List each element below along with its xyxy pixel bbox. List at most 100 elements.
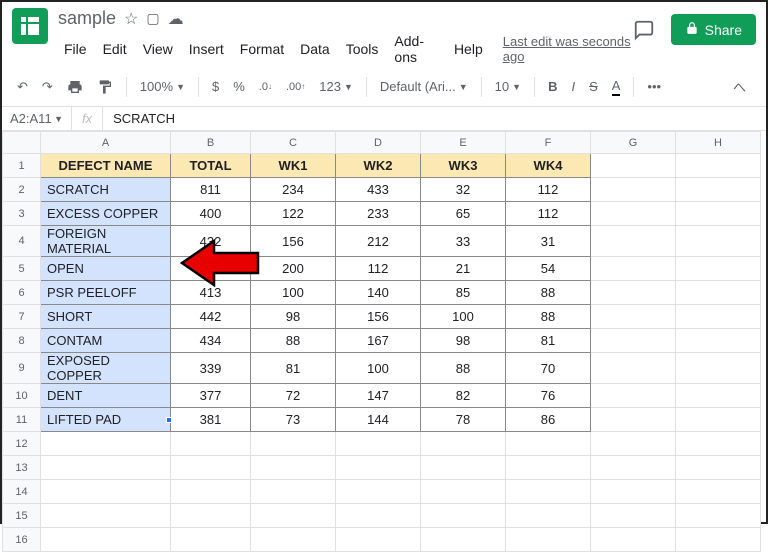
menu-edit[interactable]: Edit	[97, 39, 133, 59]
cell-wk4[interactable]: 70	[506, 353, 591, 384]
row-num[interactable]: 2	[3, 178, 41, 202]
cell-wk3[interactable]: 85	[421, 281, 506, 305]
cell-total[interactable]: 434	[171, 329, 251, 353]
col-c[interactable]: C	[251, 132, 336, 154]
header-total[interactable]: TOTAL	[171, 154, 251, 178]
cell-defect[interactable]: SCRATCH	[41, 178, 171, 202]
spreadsheet-grid[interactable]: A B C D E F G H 1 DEFECT NAME TOTAL WK1 …	[2, 131, 766, 552]
row-num[interactable]: 11	[3, 408, 41, 432]
cell-wk2[interactable]: 212	[336, 226, 421, 257]
header-wk4[interactable]: WK4	[506, 154, 591, 178]
italic-button[interactable]: I	[566, 75, 580, 98]
cell-wk4[interactable]: 88	[506, 305, 591, 329]
cell-wk1[interactable]: 98	[251, 305, 336, 329]
menu-view[interactable]: View	[137, 39, 179, 59]
text-color-button[interactable]: A	[607, 74, 626, 100]
col-g[interactable]: G	[591, 132, 676, 154]
cell-wk1[interactable]: 100	[251, 281, 336, 305]
selection-handle[interactable]	[166, 417, 172, 423]
cell-defect[interactable]: EXPOSED COPPER	[41, 353, 171, 384]
cell-wk3[interactable]: 32	[421, 178, 506, 202]
cell-total[interactable]: 442	[171, 305, 251, 329]
sheets-logo[interactable]	[12, 8, 48, 44]
cell-wk3[interactable]: 98	[421, 329, 506, 353]
cell-wk4[interactable]: 76	[506, 384, 591, 408]
menu-format[interactable]: Format	[234, 39, 290, 59]
row-1[interactable]: 1	[3, 154, 41, 178]
cell-defect[interactable]: LIFTED PAD	[41, 408, 171, 432]
row-num[interactable]: 8	[3, 329, 41, 353]
cell-wk1[interactable]: 88	[251, 329, 336, 353]
cell-defect[interactable]: PSR PEELOFF	[41, 281, 171, 305]
increase-decimal[interactable]: .00↑	[281, 77, 310, 97]
cell-wk3[interactable]: 78	[421, 408, 506, 432]
cell-defect[interactable]: SHORT	[41, 305, 171, 329]
cell-total[interactable]: 413	[171, 281, 251, 305]
format-percent[interactable]: %	[228, 75, 250, 98]
cell-wk2[interactable]: 433	[336, 178, 421, 202]
more-tools-button[interactable]: •••	[642, 75, 666, 98]
cell-defect[interactable]: CONTAM	[41, 329, 171, 353]
paint-format-icon[interactable]	[92, 75, 118, 99]
row-num[interactable]: 9	[3, 353, 41, 384]
cell-total[interactable]: 432	[171, 226, 251, 257]
row-num[interactable]: 16	[3, 528, 41, 552]
cell-wk3[interactable]: 65	[421, 202, 506, 226]
col-a[interactable]: A	[41, 132, 171, 154]
bold-button[interactable]: B	[543, 75, 562, 98]
cell-wk3[interactable]: 88	[421, 353, 506, 384]
cell-wk1[interactable]: 156	[251, 226, 336, 257]
cell-total[interactable]: 339	[171, 353, 251, 384]
share-button[interactable]: Share	[671, 14, 756, 45]
menu-tools[interactable]: Tools	[340, 39, 385, 59]
row-num[interactable]: 6	[3, 281, 41, 305]
cell-total[interactable]: 811	[171, 178, 251, 202]
cell-wk3[interactable]: 82	[421, 384, 506, 408]
cell-wk4[interactable]: 112	[506, 202, 591, 226]
cell-total[interactable]: 381	[171, 408, 251, 432]
star-icon[interactable]: ☆	[124, 9, 138, 29]
header-wk2[interactable]: WK2	[336, 154, 421, 178]
formula-input[interactable]: SCRATCH	[103, 111, 185, 126]
cell-wk2[interactable]: 140	[336, 281, 421, 305]
last-edit-link[interactable]: Last edit was seconds ago	[503, 34, 631, 64]
col-b[interactable]: B	[171, 132, 251, 154]
cell-wk2[interactable]: 100	[336, 353, 421, 384]
cell-defect[interactable]: DENT	[41, 384, 171, 408]
comments-icon[interactable]	[631, 17, 657, 43]
row-num[interactable]: 13	[3, 456, 41, 480]
header-defect[interactable]: DEFECT NAME	[41, 154, 171, 178]
cell-defect[interactable]: FOREIGN MATERIAL	[41, 226, 171, 257]
cell-wk2[interactable]: 144	[336, 408, 421, 432]
select-all-corner[interactable]	[3, 132, 41, 154]
doc-title[interactable]: sample	[58, 8, 116, 29]
cell-wk4[interactable]: 112	[506, 178, 591, 202]
cell-wk2[interactable]: 167	[336, 329, 421, 353]
collapse-toolbar-icon[interactable]: へ	[723, 73, 756, 100]
cell-wk2[interactable]: 147	[336, 384, 421, 408]
move-icon[interactable]: ▢	[146, 10, 159, 27]
cell-total[interactable]: 377	[171, 384, 251, 408]
row-num[interactable]: 5	[3, 257, 41, 281]
menu-addons[interactable]: Add-ons	[388, 31, 444, 67]
cell-wk1[interactable]: 122	[251, 202, 336, 226]
cell-total[interactable]: 400	[171, 202, 251, 226]
menu-file[interactable]: File	[58, 39, 93, 59]
more-formats-dropdown[interactable]: 123▼	[314, 76, 358, 97]
col-e[interactable]: E	[421, 132, 506, 154]
row-num[interactable]: 10	[3, 384, 41, 408]
cell-wk4[interactable]: 31	[506, 226, 591, 257]
cell-wk1[interactable]: 81	[251, 353, 336, 384]
row-num[interactable]: 12	[3, 432, 41, 456]
cell-wk2[interactable]: 233	[336, 202, 421, 226]
row-num[interactable]: 3	[3, 202, 41, 226]
redo-icon[interactable]: ↷	[37, 75, 58, 99]
cell-wk4[interactable]: 81	[506, 329, 591, 353]
cell-total[interactable]: 387	[171, 257, 251, 281]
cell-wk2[interactable]: 112	[336, 257, 421, 281]
row-num[interactable]: 7	[3, 305, 41, 329]
print-icon[interactable]	[62, 75, 88, 99]
cell-defect[interactable]: OPEN	[41, 257, 171, 281]
cell-wk3[interactable]: 100	[421, 305, 506, 329]
name-box[interactable]: A2:A11▼	[2, 107, 72, 130]
